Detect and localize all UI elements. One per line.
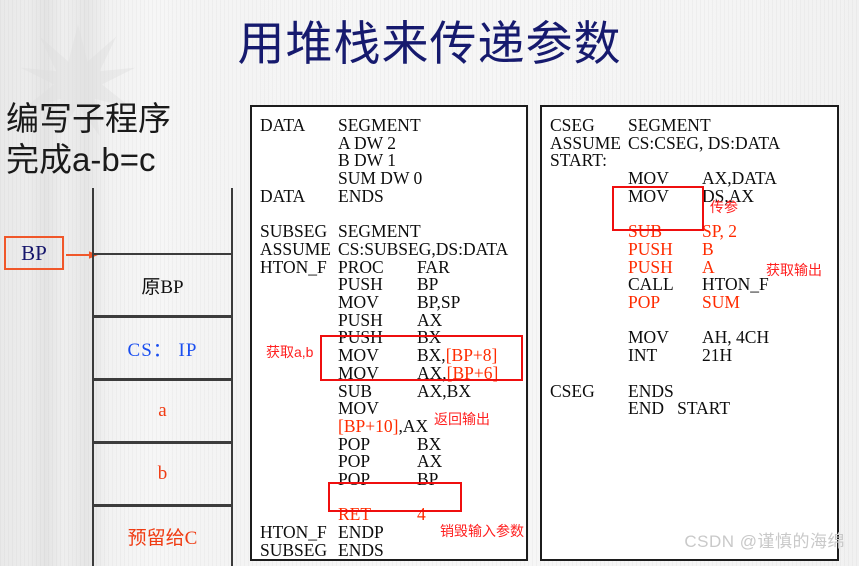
bp-pointer-label: BP bbox=[4, 236, 64, 270]
code-mnemonic: INT bbox=[628, 345, 658, 366]
code-mnemonic: MOV bbox=[628, 185, 669, 206]
main-program-code-text: CSEG SEGMENT ASSUME CS:CSEG, DS:DATA START: M… bbox=[542, 107, 837, 559]
page-title: 用堆栈来传递参数 bbox=[237, 17, 622, 70]
code-operand: BP bbox=[417, 469, 439, 489]
slide-canvas: 用堆栈来传递参数 编写子程序 完成a-b=c BP 原BP CS： IP a b… bbox=[0, 0, 859, 566]
code-label: DATA bbox=[260, 185, 306, 206]
code-mnemonic: CS:SUBSEG,DS:DATA bbox=[338, 238, 509, 259]
annotation-pass-params: 传参 bbox=[710, 199, 738, 215]
code-mnemonic: SUM DW 0 bbox=[338, 168, 423, 189]
stack-diagram: 原BP CS： IP a b 预留给C bbox=[92, 188, 233, 566]
code-mnemonic: ENDP bbox=[338, 522, 384, 543]
code-operand: AX,DATA bbox=[702, 168, 777, 189]
code-mnemonic: MOV bbox=[338, 362, 379, 383]
code-mnemonic: CS:CSEG, DS:DATA bbox=[628, 132, 781, 153]
code-operand: SUM bbox=[702, 292, 740, 312]
stack-cell-old-bp: 原BP bbox=[92, 253, 233, 317]
annotation-return-output: 返回输出 bbox=[434, 411, 490, 427]
code-operand: 4 bbox=[417, 504, 426, 525]
stack-cell-label: 原BP bbox=[141, 276, 184, 298]
code-mnemonic: END START bbox=[628, 398, 731, 419]
code-label: SUBSEG bbox=[260, 539, 328, 560]
code-mnemonic: POP bbox=[338, 469, 371, 489]
code-mnemonic: SEGMENT bbox=[338, 115, 421, 135]
stack-cell-cs-ip: CS： IP bbox=[92, 316, 233, 380]
code-mnemonic: MOV bbox=[338, 292, 379, 312]
annotation-fetch-output: 获取输出 bbox=[766, 262, 822, 278]
code-operand: AX,BX bbox=[417, 380, 471, 401]
slide-subtitle: 编写子程序 完成a-b=c bbox=[6, 98, 246, 181]
stack-cell-label: 预留给C bbox=[127, 528, 198, 549]
code-mnemonic: PUSH bbox=[628, 238, 673, 259]
code-mnemonic: ENDS bbox=[338, 539, 384, 560]
annotation-destroy-params: 销毁输入参数 bbox=[440, 523, 524, 539]
subroutine-code-panel: DATA SEGMENT A DW 2B DW 1 SUM DW 0 DATA ENDS S… bbox=[250, 105, 528, 561]
subtitle-line-1: 编写子程序 bbox=[6, 100, 171, 137]
stack-cell-label: a bbox=[158, 400, 167, 421]
stack-cell-b: b bbox=[92, 442, 233, 506]
stack-cell-a: a bbox=[92, 379, 233, 443]
code-operand-part-red: [BP+6] bbox=[446, 362, 499, 383]
code-label: HTON_F bbox=[260, 522, 327, 543]
stack-cell-label: CS： IP bbox=[127, 339, 198, 361]
code-operand: BP,SP bbox=[417, 292, 461, 312]
annotation-fetch-ab: 获取a,b bbox=[266, 344, 314, 360]
main-program-code-panel: CSEG SEGMENT ASSUME CS:CSEG, DS:DATA START: M… bbox=[540, 105, 839, 561]
code-mnemonic: [BP+10],AX bbox=[338, 415, 429, 436]
code-operand: B bbox=[702, 238, 714, 259]
stack-cell-label: b bbox=[157, 463, 168, 484]
stack-open-top bbox=[92, 188, 233, 253]
code-mnemonic: MOV bbox=[628, 168, 669, 189]
code-label: HTON_F bbox=[260, 256, 327, 277]
code-operand-part: ,AX bbox=[398, 415, 429, 436]
code-label: CSEG bbox=[550, 115, 595, 135]
code-mnemonic: SEGMENT bbox=[628, 115, 711, 135]
code-operand-part: AX, bbox=[417, 362, 447, 383]
code-mnemonic: MOV bbox=[338, 345, 379, 366]
code-operand: 21H bbox=[702, 345, 733, 366]
code-label: START: bbox=[550, 150, 607, 171]
subroutine-code-text: DATA SEGMENT A DW 2B DW 1 SUM DW 0 DATA ENDS S… bbox=[252, 107, 526, 559]
code-mnemonic: POP bbox=[628, 292, 661, 312]
code-operand-part-red: [BP+10] bbox=[338, 415, 399, 436]
code-mnemonic: ENDS bbox=[338, 185, 384, 206]
csdn-watermark: CSDN @谨慎的海绵 bbox=[684, 532, 845, 551]
stack-cell-reserved-c: 预留给C bbox=[92, 505, 233, 566]
subtitle-line-2: 完成a-b=c bbox=[6, 141, 156, 179]
code-operand: AX,[BP+6] bbox=[417, 362, 499, 383]
code-label: DATA bbox=[260, 115, 306, 135]
code-label: ASSUME bbox=[260, 238, 331, 259]
code-label: CSEG bbox=[550, 380, 595, 401]
